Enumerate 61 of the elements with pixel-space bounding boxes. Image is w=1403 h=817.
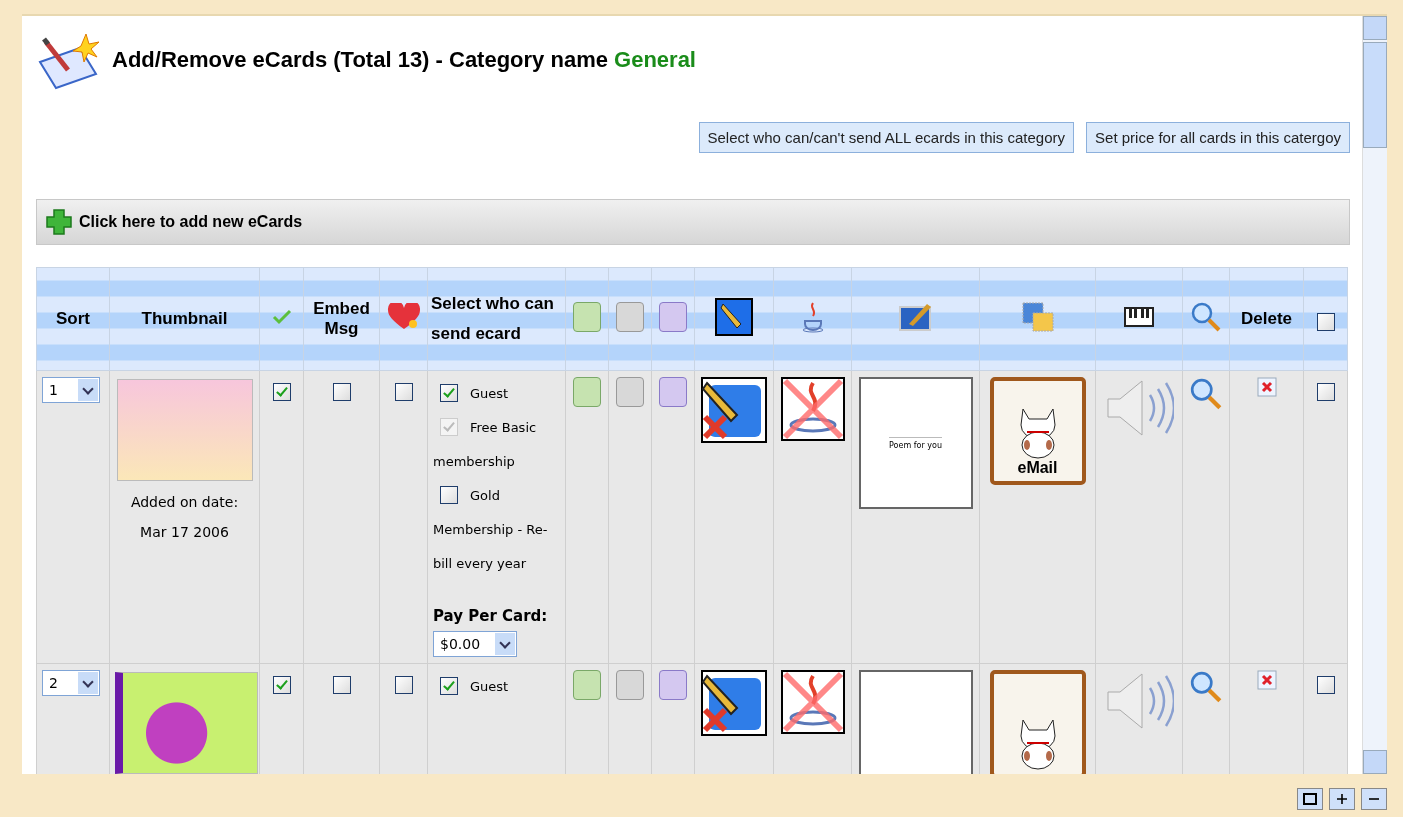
caret-icon xyxy=(78,672,98,694)
delete-icon[interactable] xyxy=(1256,377,1277,397)
added-date: Mar 17 2006 xyxy=(139,523,230,542)
caret-icon xyxy=(495,633,515,655)
column-header: Delete xyxy=(1241,309,1292,328)
action-button[interactable]: Set price for all cards in this catergoy xyxy=(1086,122,1350,153)
favorite-checkbox[interactable] xyxy=(394,676,413,694)
action-button[interactable]: Select who can/can't send ALL ecards in this category xyxy=(698,122,1075,153)
price-dropdown[interactable]: $0.00 xyxy=(433,631,517,657)
piano-keys-icon xyxy=(1124,306,1154,327)
key-icon xyxy=(616,301,644,332)
search-icon[interactable] xyxy=(1189,377,1223,411)
sort-dropdown[interactable]: 2 xyxy=(42,670,100,696)
pay-per-card-label: Pay Per Card: xyxy=(433,607,549,625)
vertical-scrollbar[interactable] xyxy=(1362,16,1387,774)
document-preview[interactable] xyxy=(858,670,973,774)
coffee-cup-crossed-icon[interactable] xyxy=(780,670,845,734)
column-header: Select who can send ecard xyxy=(431,294,554,343)
stamp-pictures-icon xyxy=(1020,300,1055,333)
pen-icon xyxy=(715,297,753,336)
search-icon xyxy=(1190,300,1222,333)
plus-icon xyxy=(45,208,73,236)
select-all-checkbox[interactable] xyxy=(1316,313,1335,331)
restore-button[interactable] xyxy=(1297,788,1323,810)
key-icon xyxy=(659,301,687,332)
checkmark-icon xyxy=(271,308,292,325)
coffee-cup-crossed-icon[interactable] xyxy=(780,377,845,441)
zoom-in-button[interactable] xyxy=(1329,788,1355,810)
enabled-checkbox[interactable] xyxy=(272,383,291,401)
search-icon[interactable] xyxy=(1189,670,1223,704)
email-stamp-picture[interactable]: eMail xyxy=(989,377,1086,485)
document-preview[interactable]: Poem for you xyxy=(858,377,973,509)
row-checkbox[interactable] xyxy=(1316,383,1335,401)
coffee-cup-icon xyxy=(800,300,825,333)
page-title: Add/Remove eCards (Total 13) - Category name General xyxy=(112,47,696,73)
edit-picture-icon xyxy=(898,301,933,332)
preview-text: Poem for you xyxy=(889,436,942,450)
heart-icon xyxy=(386,302,421,331)
access-option[interactable]: Gold Membership - Re-bill every year xyxy=(433,479,560,581)
enabled-checkbox[interactable] xyxy=(272,676,291,694)
delete-icon[interactable] xyxy=(1256,670,1277,690)
column-header: Embed Msg xyxy=(313,299,370,338)
zoom-out-button[interactable] xyxy=(1361,788,1387,810)
stamp-text: eMail xyxy=(1017,459,1058,477)
embed-checkbox[interactable] xyxy=(332,676,351,694)
category-name: General xyxy=(614,47,696,72)
embed-checkbox[interactable] xyxy=(332,383,351,401)
row-checkbox[interactable] xyxy=(1316,676,1335,694)
square-icon xyxy=(1303,793,1317,805)
key-icon xyxy=(573,301,601,332)
column-header: Thumbnail xyxy=(141,309,228,328)
plus-icon xyxy=(1336,793,1348,805)
add-ecards-bar[interactable]: Click here to add new eCards xyxy=(36,199,1350,245)
added-date-label: Added on date: xyxy=(129,493,240,512)
caret-icon xyxy=(78,379,98,401)
sort-dropdown[interactable]: 1 xyxy=(42,377,100,403)
favorite-checkbox[interactable] xyxy=(394,383,413,401)
email-stamp-picture[interactable] xyxy=(989,670,1086,774)
access-option[interactable]: Guest xyxy=(433,377,560,411)
add-ecards-label[interactable]: Click here to add new eCards xyxy=(79,213,303,231)
column-header: Sort xyxy=(56,309,90,328)
